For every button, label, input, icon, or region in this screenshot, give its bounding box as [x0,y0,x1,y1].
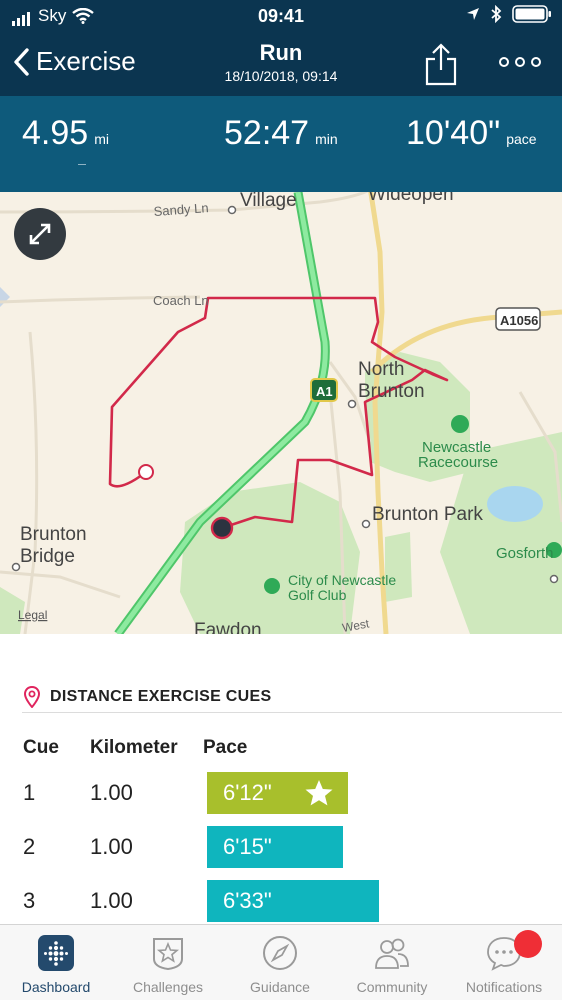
green-patch [385,532,412,602]
more-dots-icon [499,57,541,67]
cue-kilometer: 1.00 [90,888,133,913]
map-label-fawdon: Fawdon [194,620,262,634]
more-options-button[interactable] [496,52,546,72]
share-button[interactable] [424,42,458,86]
page-indicator [78,164,86,165]
tab-label: Community [356,979,428,995]
racecourse-poi-icon [451,415,469,433]
expand-map-button[interactable] [14,208,66,260]
tab-dashboard[interactable]: Dashboard [1,925,111,1000]
map-label-racecourse: Racecourse [418,454,498,471]
tab-label: Guidance [250,979,310,995]
map-label-north: North [358,359,404,380]
header-kilometer: Kilometer [90,737,178,758]
header-pace: Pace [203,737,248,758]
pace-value: 6'15" [223,834,272,859]
best-star-icon [305,780,333,806]
distance-value: 4.95 [22,114,89,152]
tab-notifications[interactable]: Notifications [449,925,559,1000]
pace-value: 10'40" [406,114,501,152]
dashboard-icon [38,935,74,971]
map-label-brunton-bridge-1: Brunton [20,524,87,545]
compass-icon [263,936,297,970]
location-pin-icon [24,686,40,708]
route-end-marker [210,516,234,540]
pace-value: 6'12" [223,780,272,805]
duration-unit: min [315,131,338,147]
cues-title-text: DISTANCE EXERCISE CUES [50,688,272,705]
map-label-wideopen: Wideopen [368,192,454,205]
map-label-brunton-park: Brunton Park [372,504,483,525]
map-label-village: Village [240,192,297,211]
tab-challenges[interactable]: Challenges [113,925,223,1000]
map-label-a1: A1 [316,384,333,399]
summary-stats: 4.95 mi 52:47 min 10'40" pace [0,96,562,192]
map-label-city-of-newcastle: City of Newcastle [288,572,396,588]
duration-value: 52:47 [224,114,310,152]
map-label-golf-club: Golf Club [288,587,347,603]
community-icon [375,938,409,969]
navigation-bar: Exercise Run 18/10/2018, 09:14 [0,34,562,96]
notification-badge [514,930,542,958]
route-map[interactable]: Village Wideopen Sandy Ln Coach Ln A1056… [0,192,562,634]
expand-arrows-icon [29,223,51,245]
distance-unit: mi [94,131,109,147]
cues-section-title: DISTANCE EXERCISE CUES [24,686,271,708]
pace-bar: 6'15" [207,826,343,868]
page-title: Run [259,40,303,65]
tab-guidance[interactable]: Guidance [225,925,335,1000]
duration-stat: 52:47 min [224,114,338,153]
route-start-marker [138,464,154,480]
cue-kilometer: 1.00 [90,780,133,805]
map-label-brunton: Brunton [358,381,425,402]
cue-number: 2 [23,834,36,859]
tab-community[interactable]: Community [337,925,447,1000]
header-cue: Cue [23,737,59,758]
pace-unit: pace [506,131,537,147]
map-label-brunton-bridge-2: Bridge [20,546,75,567]
pace-value: 6'33" [223,888,272,913]
distance-stat: 4.95 mi [22,114,109,153]
pace-stat: 10'40" pace [406,114,537,153]
battery-icon [512,5,551,23]
map-label-gosforth: Gosforth [496,545,554,562]
map-label-coach-ln: Coach Ln [153,293,209,308]
page-subtitle: 18/10/2018, 09:14 [224,68,338,84]
status-bar: Sky 09:41 [0,0,562,34]
pace-bar: 6'12" [207,772,348,814]
water-edge [0,287,10,307]
golf-club-area [180,482,360,634]
map-label-a1056: A1056 [500,313,538,328]
share-icon [425,43,457,86]
tab-label: Notifications [465,979,543,995]
map-canvas: Village Wideopen Sandy Ln Coach Ln A1056… [0,192,562,634]
cue-number: 3 [23,888,36,913]
bluetooth-icon [491,5,502,23]
golf-poi-icon [264,578,280,594]
map-label-sandy-ln: Sandy Ln [153,200,209,219]
cue-number: 1 [23,780,36,805]
nav-title-group: Run 18/10/2018, 09:14 [0,40,562,84]
challenges-star-icon [153,938,183,971]
location-arrow-icon [467,8,479,20]
pace-bar: 6'33" [207,880,379,922]
cue-kilometer: 1.00 [90,834,133,859]
status-right-group [466,5,552,23]
tab-label: Dashboard [21,979,91,995]
section-divider [22,712,562,713]
lake [487,486,543,522]
map-legal-link[interactable]: Legal [18,608,47,622]
tab-label: Challenges [132,979,204,995]
tab-bar: Dashboard Challenges Guidance Community [0,924,562,1000]
